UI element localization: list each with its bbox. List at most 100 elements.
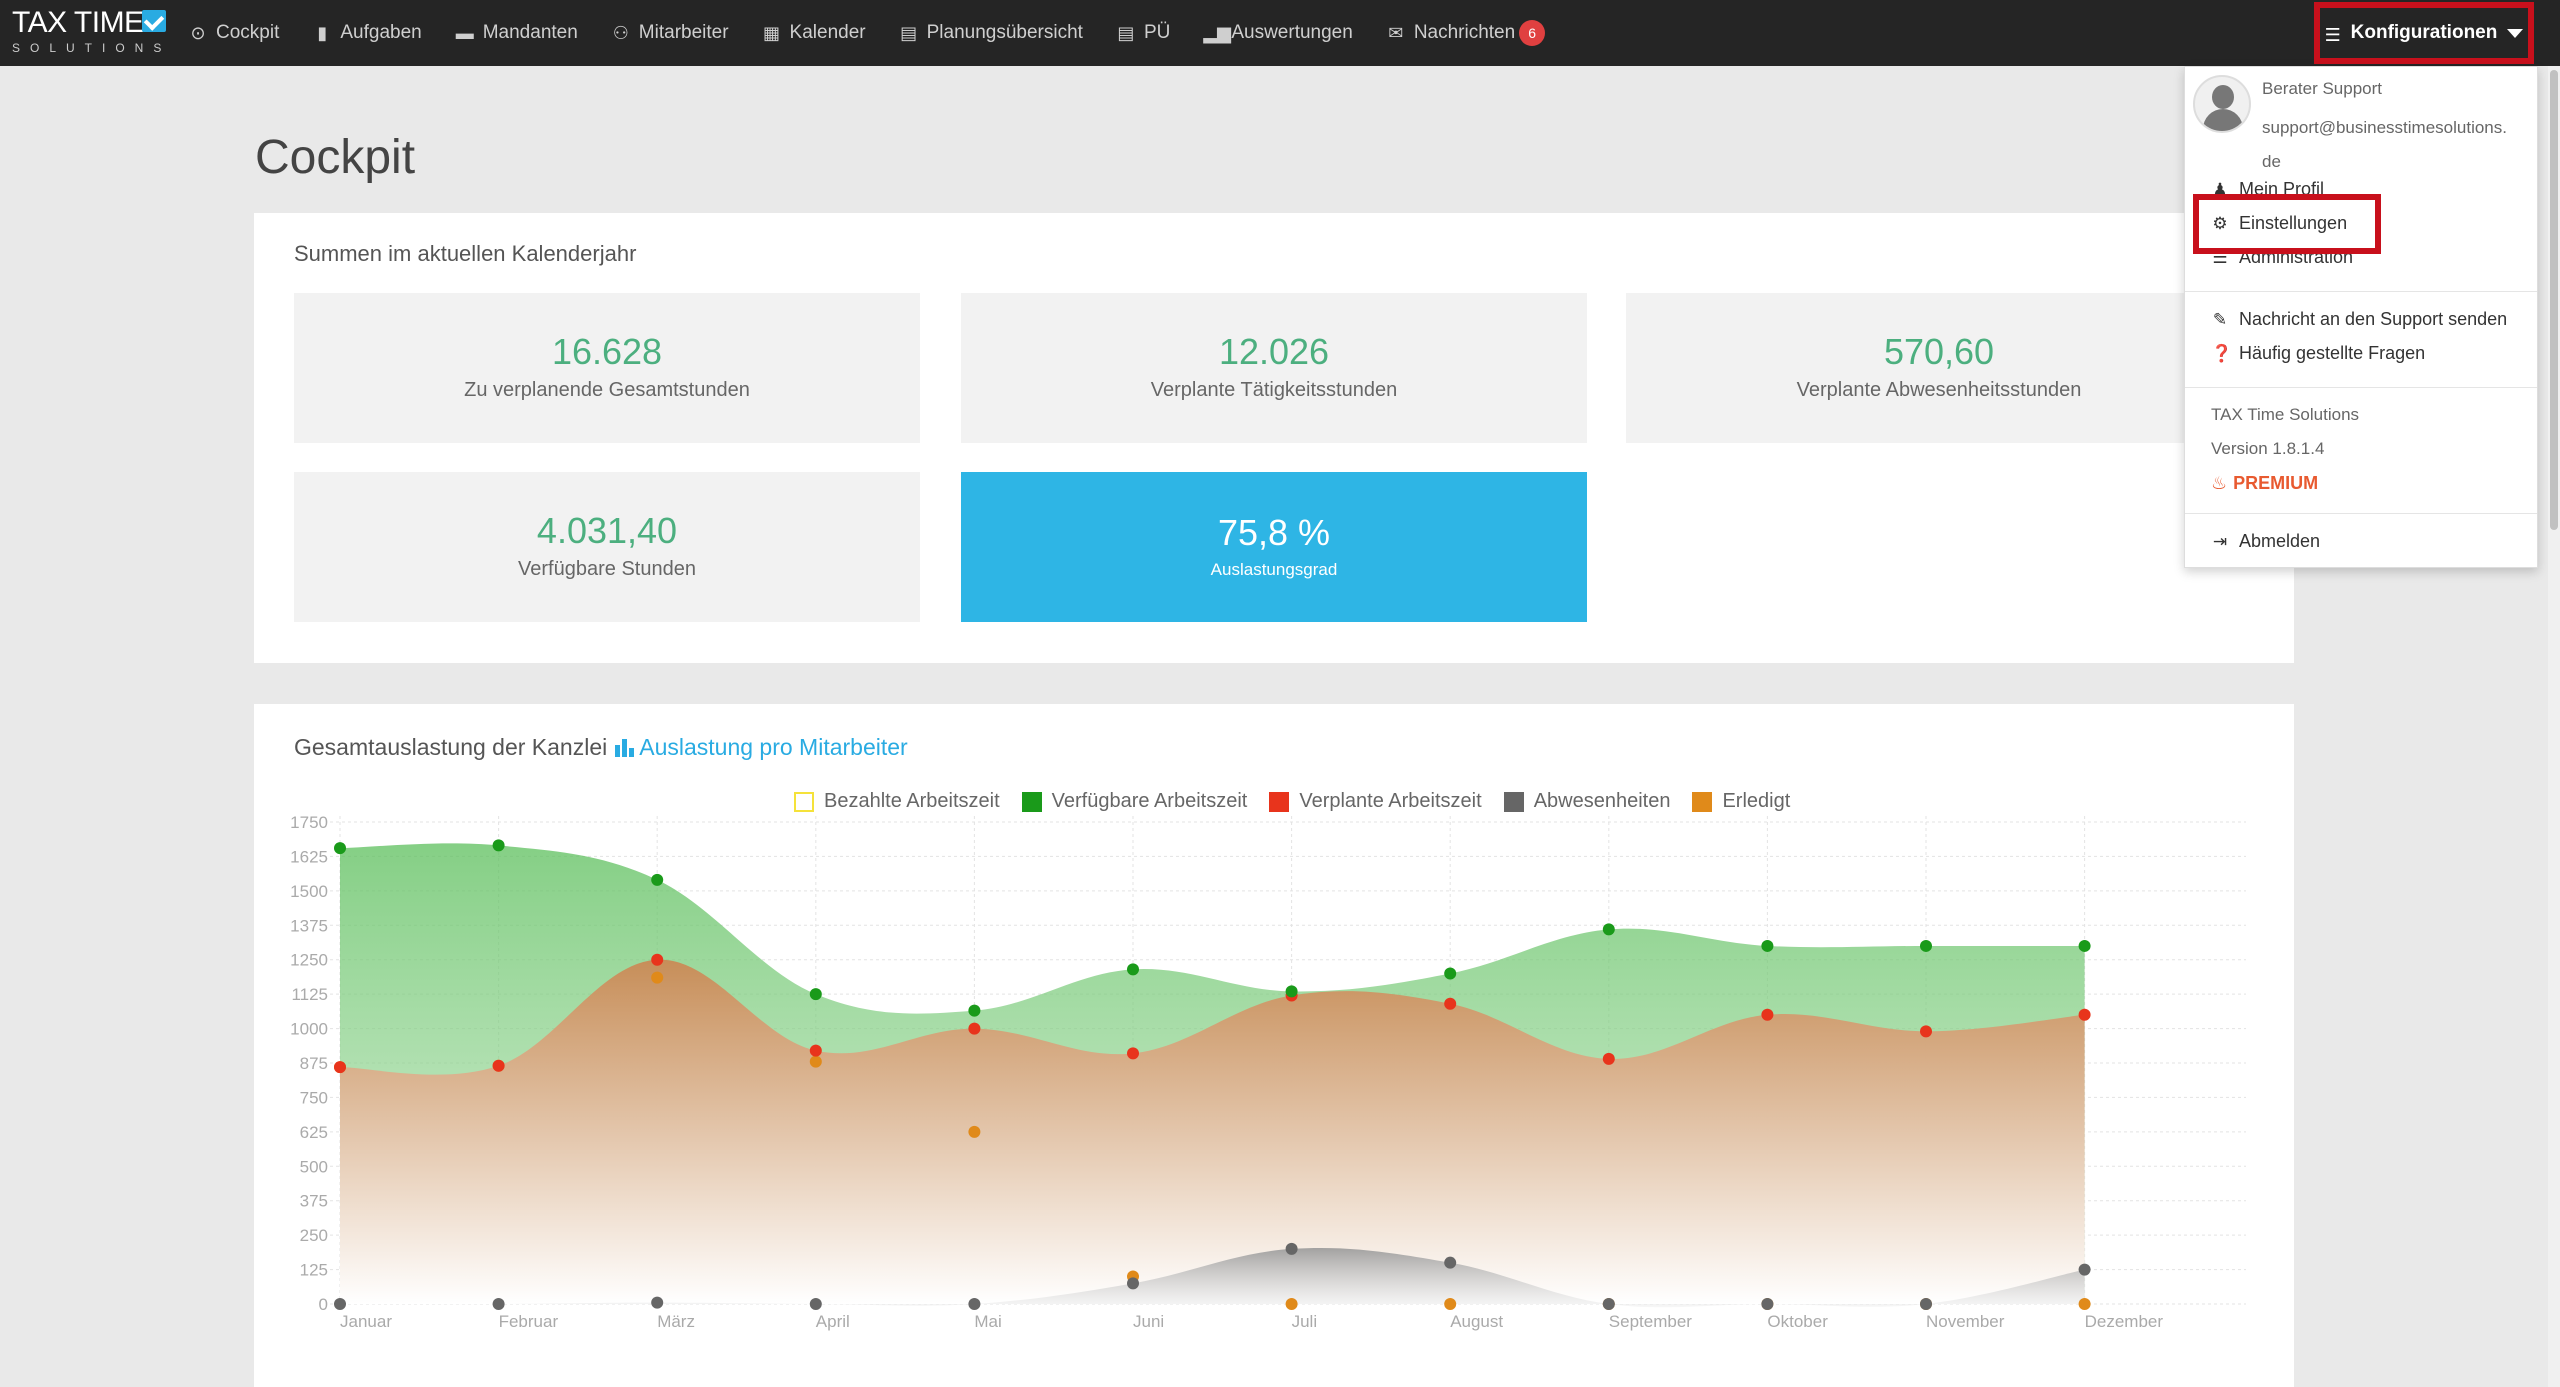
- available-point: [1285, 985, 1298, 998]
- envelope-icon: ✉: [1388, 23, 1404, 43]
- available-point: [492, 839, 505, 852]
- planned-point: [809, 1044, 822, 1057]
- nav-label: Mitarbeiter: [638, 22, 729, 43]
- y-tick-label: 625: [300, 1123, 328, 1142]
- nav-label: Kalender: [789, 22, 866, 43]
- kpi-label: Zu verplanende Gesamtstunden: [464, 379, 750, 401]
- x-tick-label: Dezember: [2085, 1312, 2164, 1331]
- menu-support[interactable]: ✎ Nachricht an den Support senden: [2211, 309, 2507, 330]
- nav-label: Auswertungen: [1231, 22, 1353, 43]
- nav-kalender[interactable]: ▦ Kalender: [762, 22, 866, 44]
- y-tick-label: 750: [300, 1088, 328, 1107]
- planned-point: [1761, 1008, 1774, 1021]
- user-name: Berater Support: [2262, 79, 2383, 98]
- absence-point: [1761, 1298, 1774, 1310]
- brand-logo[interactable]: TAX TIME SOLUTIONS: [12, 8, 167, 56]
- kpi-available-hours: 4.031,40 Verfügbare Stunden: [294, 472, 920, 622]
- nav-auswertungen[interactable]: ▂▆ Auswertungen: [1203, 22, 1352, 44]
- summary-panel: Summen im aktuellen Kalenderjahr 16.628 …: [254, 213, 2294, 663]
- list-icon: ▤: [900, 23, 918, 43]
- nav-cockpit[interactable]: ⊙ Cockpit: [188, 22, 279, 44]
- avatar: [2193, 75, 2251, 133]
- nav-mitarbeiter[interactable]: ⚇ Mitarbeiter: [611, 22, 729, 44]
- legend-swatch: [1021, 791, 1042, 812]
- bar-chart-icon: [613, 737, 635, 759]
- x-tick-label: November: [1926, 1312, 2005, 1331]
- done-point: [2078, 1298, 2091, 1310]
- users-icon: ⚇: [612, 23, 629, 43]
- legend-swatch: [794, 791, 814, 812]
- x-tick-label: September: [1609, 1312, 1692, 1331]
- y-tick-label: 1000: [290, 1020, 328, 1039]
- legend-label: Abwesenheiten: [1533, 790, 1671, 812]
- chart-heading: Gesamtauslastung der Kanzlei Auslastung …: [294, 734, 908, 761]
- absence-point: [1444, 1256, 1457, 1269]
- kpi-value: 75,8 %: [1217, 512, 1331, 553]
- y-tick-label: 1125: [291, 985, 328, 1004]
- nav-label: Aufgaben: [340, 22, 422, 43]
- per-employee-link[interactable]: Auslastung pro Mitarbeiter: [613, 734, 908, 761]
- x-tick-label: August: [1450, 1312, 1503, 1331]
- y-tick-label: 1500: [290, 882, 328, 901]
- y-tick-label: 1625: [290, 847, 328, 866]
- x-tick-label: Juni: [1133, 1312, 1164, 1331]
- y-tick-label: 250: [300, 1226, 328, 1245]
- legend-item[interactable]: Bezahlte Arbeitszeit: [794, 790, 1000, 813]
- main-nav: ⊙ Cockpit ▮ Aufgaben ▬ Mandanten ⚇ Mitarbeit…: [188, 0, 1578, 66]
- unread-badge: 6: [1519, 20, 1546, 46]
- question-icon: ❓: [2211, 343, 2233, 363]
- nav-label: Nachrichten: [1413, 22, 1516, 43]
- nav-nachrichten[interactable]: ✉ Nachrichten 6: [1386, 20, 1546, 46]
- available-point: [1602, 923, 1615, 936]
- list-icon: ☰: [2324, 25, 2341, 45]
- nav-label: Planungsübersicht: [926, 22, 1083, 43]
- caret-down-icon: [2507, 28, 2524, 38]
- done-point: [651, 971, 664, 984]
- legend-item[interactable]: Verplante Arbeitszeit: [1269, 790, 1482, 813]
- kpi-label: Auslastungsgrad: [1210, 560, 1338, 579]
- nav-planungsuebersicht[interactable]: ▤ Planungsübersicht: [899, 22, 1083, 44]
- y-tick-label: 500: [300, 1157, 328, 1176]
- planned-point: [1127, 1047, 1139, 1060]
- planned-point: [968, 1022, 981, 1035]
- legend-item[interactable]: Abwesenheiten: [1503, 790, 1671, 813]
- menu-label: Häufig gestellte Fragen: [2239, 343, 2426, 363]
- y-tick-label: 125: [300, 1261, 328, 1280]
- menu-divider: [2185, 291, 2537, 292]
- absence-point: [1285, 1242, 1298, 1255]
- legend-label: Verfügbare Arbeitszeit: [1051, 790, 1248, 812]
- legend-item[interactable]: Verfügbare Arbeitszeit: [1021, 790, 1248, 813]
- x-tick-label: Juli: [1292, 1312, 1318, 1331]
- absence-point: [809, 1298, 822, 1310]
- flame-icon: ♨: [2211, 473, 2228, 493]
- kpi-value: 570,60: [1883, 331, 1995, 372]
- premium-badge: ♨ PREMIUM: [2211, 473, 2318, 494]
- config-label: Konfigurationen: [2350, 22, 2498, 43]
- menu-logout[interactable]: ⇥ Abmelden: [2211, 531, 2320, 552]
- x-tick-label: März: [657, 1312, 695, 1331]
- available-point: [968, 1004, 981, 1017]
- planned-point: [2078, 1008, 2091, 1021]
- available-point: [1920, 939, 1932, 952]
- nav-label: PÜ: [1143, 22, 1171, 43]
- config-menu-button[interactable]: ☰ Konfigurationen: [2314, 2, 2534, 64]
- kpi-total-hours: 16.628 Zu verplanende Gesamtstunden: [294, 293, 920, 443]
- legend-swatch: [1503, 791, 1524, 812]
- kpi-value: 4.031,40: [536, 510, 678, 551]
- absence-point: [334, 1298, 346, 1310]
- menu-label: Nachricht an den Support senden: [2239, 309, 2508, 329]
- nav-aufgaben[interactable]: ▮ Aufgaben: [312, 22, 421, 44]
- scrollbar-thumb[interactable]: [2550, 70, 2558, 530]
- nav-mandanten[interactable]: ▬ Mandanten: [455, 22, 578, 44]
- x-tick-label: Mai: [974, 1312, 1001, 1331]
- kpi-activity-hours: 12.026 Verplante Tätigkeitsstunden: [961, 293, 1587, 443]
- summary-heading: Summen im aktuellen Kalenderjahr: [294, 241, 637, 266]
- legend-item[interactable]: Erledigt: [1692, 790, 1790, 813]
- bar-chart-icon: ▂▆: [1203, 23, 1232, 43]
- page-scrollbar[interactable]: [2548, 66, 2560, 1387]
- menu-faq[interactable]: ❓ Häufig gestellte Fragen: [2211, 343, 2425, 364]
- absence-point: [1127, 1277, 1139, 1290]
- done-point: [1444, 1298, 1457, 1310]
- nav-pue[interactable]: ▤ PÜ: [1116, 22, 1170, 44]
- chart-title: Gesamtauslastung der Kanzlei: [294, 734, 608, 760]
